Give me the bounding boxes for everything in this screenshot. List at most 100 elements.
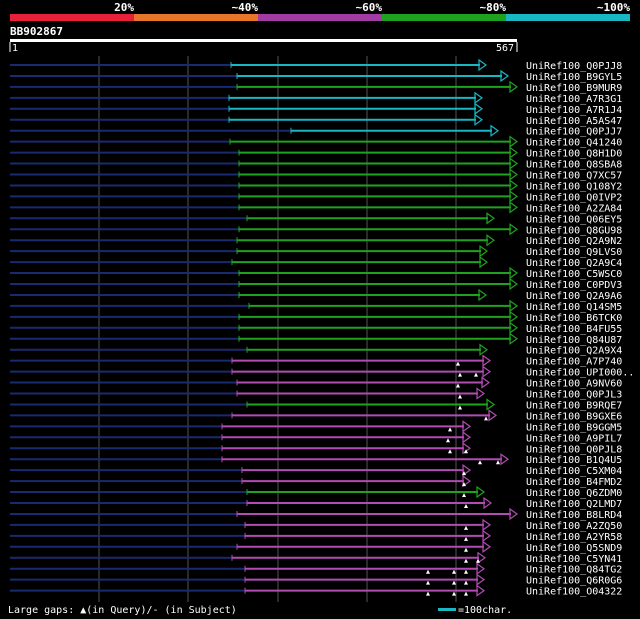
hit-label[interactable]: UniRef100_A7P740: [526, 357, 622, 368]
hit-label[interactable]: UniRef100_A2YR58: [526, 532, 622, 543]
hit-label[interactable]: UniRef100_Q0PJL3: [526, 390, 622, 401]
hit-label[interactable]: UniRef100_Q5SND9: [526, 543, 622, 554]
hit-row[interactable]: UniRef100_B4FU55: [10, 321, 622, 335]
hit-row[interactable]: UniRef100_B1Q4U5: [10, 453, 622, 466]
hit-label[interactable]: UniRef100_C5YN41: [526, 554, 622, 565]
hit-label[interactable]: UniRef100_A2ZA84: [526, 203, 622, 214]
hit-row[interactable]: UniRef100_Q0PJL3: [10, 387, 622, 401]
hit-label[interactable]: UniRef100_C0PDV3: [526, 280, 622, 291]
hit-label[interactable]: UniRef100_B9RQE7: [526, 400, 622, 411]
hit-label[interactable]: UniRef100_Q84U87: [526, 335, 622, 346]
hit-label[interactable]: UniRef100_A9NV60: [526, 379, 622, 390]
hit-label[interactable]: UniRef100_B6TCK0: [526, 313, 622, 324]
query-gap-marker: [452, 591, 456, 596]
hit-row[interactable]: UniRef100_Q7XC57: [10, 168, 622, 182]
hit-row[interactable]: UniRef100_A9NV60: [10, 376, 622, 390]
hit-row[interactable]: UniRef100_B4FMD2: [10, 474, 622, 488]
hit-label[interactable]: UniRef100_Q41240: [526, 138, 622, 149]
hit-label[interactable]: UniRef100_Q8GU98: [526, 225, 622, 236]
hit-row[interactable]: UniRef100_Q2LMD7: [10, 496, 622, 510]
hit-row[interactable]: UniRef100_B9GYL5: [10, 69, 622, 83]
hit-row[interactable]: UniRef100_Q0PJJ7: [10, 124, 622, 138]
hit-row[interactable]: UniRef100_B6TCK0: [10, 310, 622, 324]
hit-row[interactable]: UniRef100_Q84U87: [10, 332, 622, 346]
hit-label[interactable]: UniRef100_Q2A9X4: [526, 346, 622, 357]
hit-label[interactable]: UniRef100_Q0IVP2: [526, 192, 622, 203]
hit-label[interactable]: UniRef100_B1Q4U5: [526, 455, 622, 466]
hit-label[interactable]: UniRef100_UPI000..: [526, 368, 634, 379]
hit-row[interactable]: UniRef100_Q0PJL8: [10, 442, 622, 455]
hit-row[interactable]: UniRef100_Q108Y2: [10, 179, 622, 192]
hit-row[interactable]: UniRef100_Q2A9A6: [10, 288, 622, 302]
hit-row[interactable]: UniRef100_Q06EY5: [10, 212, 622, 225]
hit-row[interactable]: UniRef100_A7R3G1: [10, 91, 622, 105]
hit-row[interactable]: UniRef100_Q0IVP2: [10, 190, 622, 203]
hit-row[interactable]: UniRef100_C5WSC0: [10, 266, 622, 280]
hit-row[interactable]: UniRef100_A7P740: [10, 354, 622, 368]
hit-label[interactable]: UniRef100_B9GGM5: [526, 422, 622, 433]
hit-row[interactable]: UniRef100_Q14SM5: [10, 299, 622, 313]
hit-row[interactable]: UniRef100_Q84TG2: [10, 562, 622, 576]
hit-row[interactable]: UniRef100_Q6ZDM0: [10, 485, 622, 499]
hit-label[interactable]: UniRef100_Q0PJL8: [526, 444, 622, 455]
hit-row[interactable]: UniRef100_B9RQE7: [10, 398, 622, 411]
hit-label[interactable]: UniRef100_B9MUR9: [526, 83, 622, 94]
hit-row[interactable]: UniRef100_B9GXE6: [10, 409, 622, 422]
hit-row[interactable]: UniRef100_B8LRD4: [10, 507, 622, 521]
hit-label[interactable]: UniRef100_O04322: [526, 587, 622, 598]
hit-row[interactable]: UniRef100_A5AS47: [10, 113, 622, 127]
hit-row[interactable]: UniRef100_C5YN41: [10, 551, 622, 565]
hit-label[interactable]: UniRef100_A2ZQ50: [526, 521, 622, 532]
hit-row[interactable]: UniRef100_A9PIL7: [10, 431, 622, 444]
hit-label[interactable]: UniRef100_B4FU55: [526, 324, 622, 335]
hit-label[interactable]: UniRef100_A7R1J4: [526, 105, 622, 116]
hit-row[interactable]: UniRef100_Q2A9X4: [10, 343, 622, 357]
hit-label[interactable]: UniRef100_Q6ZDM0: [526, 488, 622, 499]
hit-label[interactable]: UniRef100_Q2A9C4: [526, 258, 622, 269]
query-gap-marker: [426, 580, 430, 585]
hit-label[interactable]: UniRef100_C5XM04: [526, 466, 622, 477]
hit-label[interactable]: UniRef100_Q84TG2: [526, 565, 622, 576]
hit-label[interactable]: UniRef100_Q6R0G6: [526, 576, 622, 587]
hit-label[interactable]: UniRef100_B4FMD2: [526, 477, 622, 488]
hit-label[interactable]: UniRef100_Q2A9N2: [526, 236, 622, 247]
hit-row[interactable]: UniRef100_O04322: [10, 584, 622, 598]
hit-row[interactable]: UniRef100_B9GGM5: [10, 420, 622, 433]
hit-label[interactable]: UniRef100_B9GYL5: [526, 72, 622, 83]
hit-label[interactable]: UniRef100_C5WSC0: [526, 269, 622, 280]
hit-row[interactable]: UniRef100_UPI000..: [10, 365, 634, 379]
hit-label[interactable]: UniRef100_B8LRD4: [526, 510, 622, 521]
hit-label[interactable]: UniRef100_B9GXE6: [526, 411, 622, 422]
hit-row[interactable]: UniRef100_Q8SBA8: [10, 157, 622, 171]
hit-label[interactable]: UniRef100_Q108Y2: [526, 181, 622, 192]
hit-row[interactable]: UniRef100_A7R1J4: [10, 102, 622, 116]
hit-row[interactable]: UniRef100_C5XM04: [10, 463, 622, 477]
hit-label[interactable]: UniRef100_Q2A9A6: [526, 291, 622, 302]
hit-label[interactable]: UniRef100_A9PIL7: [526, 433, 622, 444]
hit-row[interactable]: UniRef100_Q6R0G6: [10, 573, 622, 587]
hit-row[interactable]: UniRef100_Q5SND9: [10, 540, 622, 554]
hit-label[interactable]: UniRef100_Q9LVS0: [526, 247, 622, 258]
hit-row[interactable]: UniRef100_Q9LVS0: [10, 244, 622, 258]
hit-label[interactable]: UniRef100_Q2LMD7: [526, 499, 622, 510]
hit-row[interactable]: UniRef100_Q0PJJ8: [10, 58, 622, 72]
hit-row[interactable]: UniRef100_B9MUR9: [10, 80, 622, 94]
hit-row[interactable]: UniRef100_C0PDV3: [10, 277, 622, 291]
hit-label[interactable]: UniRef100_A7R3G1: [526, 94, 622, 105]
hit-label[interactable]: UniRef100_Q06EY5: [526, 214, 622, 225]
hit-label[interactable]: UniRef100_Q7XC57: [526, 171, 622, 182]
hit-label[interactable]: UniRef100_Q14SM5: [526, 302, 622, 313]
hit-label[interactable]: UniRef100_A5AS47: [526, 116, 622, 127]
hit-label[interactable]: UniRef100_Q8SBA8: [526, 160, 622, 171]
hit-label[interactable]: UniRef100_Q8H1D0: [526, 149, 622, 160]
hit-row[interactable]: UniRef100_A2YR58: [10, 529, 622, 543]
hit-row[interactable]: UniRef100_Q41240: [10, 135, 622, 149]
hit-row[interactable]: UniRef100_A2ZQ50: [10, 518, 622, 532]
hit-row[interactable]: UniRef100_A2ZA84: [10, 201, 622, 214]
hit-label[interactable]: UniRef100_Q0PJJ8: [526, 61, 622, 72]
hit-row[interactable]: UniRef100_Q8GU98: [10, 223, 622, 236]
hit-row[interactable]: UniRef100_Q2A9N2: [10, 234, 622, 247]
hit-row[interactable]: UniRef100_Q2A9C4: [10, 255, 622, 269]
hit-label[interactable]: UniRef100_Q0PJJ7: [526, 127, 622, 138]
hit-row[interactable]: UniRef100_Q8H1D0: [10, 146, 622, 160]
